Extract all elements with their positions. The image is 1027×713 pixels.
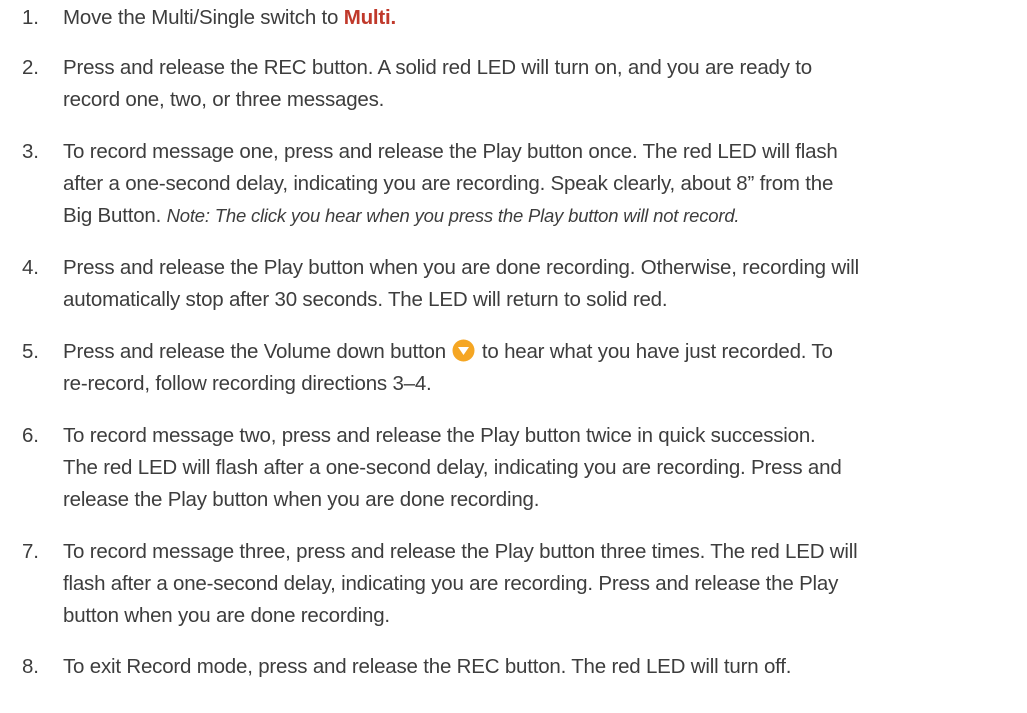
- step-line: record one, two, or three messages.: [63, 88, 385, 111]
- step-number: 5.: [22, 340, 39, 363]
- step-text-part: Move the Multi/Single switch to: [63, 6, 344, 29]
- step-text: To exit Record mode, press and release t…: [63, 651, 1013, 683]
- step-text: Press and release the Play button when y…: [63, 252, 1013, 316]
- step-number: 2.: [22, 56, 39, 79]
- volume-down-icon: [452, 339, 475, 362]
- step-line: To record message one, press and release…: [63, 140, 838, 163]
- step-number: 8.: [22, 655, 39, 678]
- step-number: 1.: [22, 6, 39, 29]
- step-line: Press and release the REC button. A soli…: [63, 56, 812, 79]
- step-number: 4.: [22, 256, 39, 279]
- step-text: Move the Multi/Single switch to Multi.: [63, 2, 1013, 34]
- step-line: flash after a one-second delay, indicati…: [63, 572, 839, 595]
- step-text-part: Press and release the Volume down button: [63, 340, 452, 363]
- step-text: To record message three, press and relea…: [63, 536, 1013, 632]
- step-line: release the Play button when you are don…: [63, 488, 540, 511]
- step-line: button when you are done recording.: [63, 604, 390, 627]
- step-text: Press and release the Volume down button…: [63, 336, 1013, 400]
- step-line: To record message two, press and release…: [63, 424, 816, 447]
- step-text: Press and release the REC button. A soli…: [63, 52, 1013, 116]
- instructions-page: 1. Move the Multi/Single switch to Multi…: [0, 0, 1027, 713]
- step-text-part: to hear what you have just recorded. To: [476, 340, 833, 363]
- step-number: 7.: [22, 540, 39, 563]
- step-line: The red LED will flash after a one-secon…: [63, 456, 842, 479]
- step-line: To record message three, press and relea…: [63, 540, 858, 563]
- step-line: To exit Record mode, press and release t…: [63, 655, 792, 678]
- step-number: 6.: [22, 424, 39, 447]
- step-line: Press and release the Play button when y…: [63, 256, 860, 279]
- step-line: re-record, follow recording directions 3…: [63, 372, 432, 395]
- step-text: To record message two, press and release…: [63, 420, 1013, 516]
- step-line: after a one-second delay, indicating you…: [63, 172, 834, 195]
- step-note: Note: The click you hear when you press …: [166, 205, 740, 226]
- multi-emphasis: Multi.: [343, 6, 397, 29]
- step-line: Big Button.: [63, 204, 167, 227]
- step-line: automatically stop after 30 seconds. The…: [63, 288, 668, 311]
- step-number: 3.: [22, 140, 39, 163]
- step-text: To record message one, press and release…: [63, 136, 1013, 232]
